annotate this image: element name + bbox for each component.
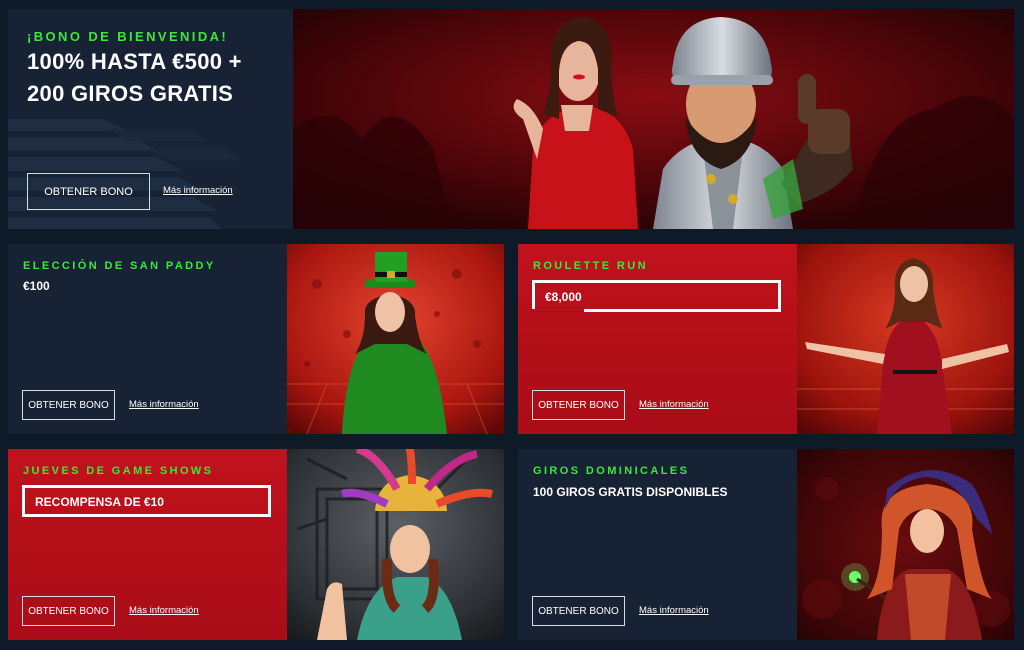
hero-more-info-link[interactable]: Más información	[163, 185, 233, 196]
hero-get-bonus-button[interactable]: OBTENER BONO	[27, 173, 150, 210]
promo-card-giros-dominicales: GIROS DOMINICALES 100 GIROS GRATIS DISPO…	[518, 449, 1014, 640]
hero-banner: ¡BONO DE BIENVENIDA! 100% HASTA €500 + 2…	[8, 9, 1014, 229]
hero-title-line2: 200 GIROS GRATIS	[27, 81, 234, 106]
promo-artwork	[797, 244, 1014, 434]
promo-eyebrow: ELECCIÓN DE SAN PADDY	[23, 260, 216, 272]
promo-card-roulette-run: ROULETTE RUN €8,000 OBTENER BONO Más inf…	[518, 244, 1014, 434]
promo-image-san-paddy	[287, 244, 504, 434]
promo-more-info-link[interactable]: Más información	[129, 605, 199, 616]
promo-image-game-shows	[287, 449, 504, 640]
promo-headline: €100	[23, 279, 50, 293]
promo-frame-gap	[532, 309, 584, 312]
promo-eyebrow: ROULETTE RUN	[533, 260, 648, 272]
promo-card-game-shows: JUEVES DE GAME SHOWS RECOMPENSA DE €10 O…	[8, 449, 504, 640]
promo-get-bonus-button[interactable]: OBTENER BONO	[532, 390, 625, 420]
promo-headline: €8,000	[545, 290, 582, 304]
promo-info-panel: ELECCIÓN DE SAN PADDY €100 OBTENER BONO …	[8, 244, 287, 434]
promo-get-bonus-button[interactable]: OBTENER BONO	[22, 390, 115, 420]
promo-eyebrow: GIROS DOMINICALES	[533, 465, 690, 477]
promo-image-roulette-run	[797, 244, 1014, 434]
promo-artwork	[287, 244, 504, 434]
promo-get-bonus-button[interactable]: OBTENER BONO	[532, 596, 625, 626]
promo-artwork	[797, 449, 1014, 640]
promo-headline: 100 GIROS GRATIS DISPONIBLES	[533, 485, 728, 499]
hero-title-line1: 100% HASTA €500 +	[27, 49, 242, 74]
promo-more-info-link[interactable]: Más información	[639, 399, 709, 410]
promo-more-info-link[interactable]: Más información	[639, 605, 709, 616]
hero-eyebrow: ¡BONO DE BIENVENIDA!	[27, 29, 229, 44]
hero-info-panel: ¡BONO DE BIENVENIDA! 100% HASTA €500 + 2…	[8, 9, 293, 229]
promo-info-panel: JUEVES DE GAME SHOWS RECOMPENSA DE €10 O…	[8, 449, 287, 640]
promo-artwork	[287, 449, 504, 640]
promo-info-panel: ROULETTE RUN €8,000 OBTENER BONO Más inf…	[518, 244, 797, 434]
promo-card-san-paddy: ELECCIÓN DE SAN PADDY €100 OBTENER BONO …	[8, 244, 504, 434]
hero-artwork	[293, 9, 1014, 229]
promo-get-bonus-button[interactable]: OBTENER BONO	[22, 596, 115, 626]
hero-image	[293, 9, 1014, 229]
promo-more-info-link[interactable]: Más información	[129, 399, 199, 410]
promo-info-panel: GIROS DOMINICALES 100 GIROS GRATIS DISPO…	[518, 449, 797, 640]
promo-eyebrow: JUEVES DE GAME SHOWS	[23, 465, 214, 477]
promo-image-giros-dominicales	[797, 449, 1014, 640]
promo-headline: RECOMPENSA DE €10	[35, 495, 164, 509]
promotions-page: ¡BONO DE BIENVENIDA! 100% HASTA €500 + 2…	[0, 0, 1024, 650]
